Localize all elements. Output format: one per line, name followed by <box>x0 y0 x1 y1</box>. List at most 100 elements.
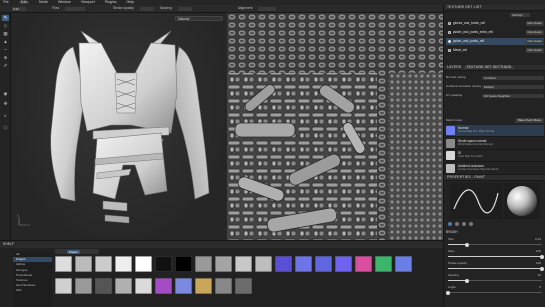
transform-icon[interactable]: ✥ <box>2 101 9 107</box>
slider-track[interactable] <box>448 278 542 283</box>
shelf-resource-thumbnail[interactable] <box>195 278 212 294</box>
menu-file[interactable]: File <box>3 0 9 5</box>
slider-value[interactable]: 100 <box>536 250 541 253</box>
slider-value[interactable]: 100 <box>536 262 541 265</box>
texture-set-radio[interactable] <box>448 49 451 52</box>
texture-set-shader-dropdown[interactable]: Mat shader <box>525 48 544 53</box>
texture-set-shader-dropdown[interactable]: Mat shader <box>525 39 544 44</box>
shelf-resource-thumbnail[interactable] <box>275 256 292 272</box>
mesh-map-type: Ambient Occlusion Map from Mesh <box>458 167 499 171</box>
polygon-fill-icon[interactable]: ⬡ <box>2 125 9 131</box>
shelf-resource-thumbnail[interactable] <box>175 278 192 294</box>
alpha-icon[interactable] <box>455 222 459 226</box>
texture-set-radio[interactable] <box>448 40 451 43</box>
shelf-resource-thumbnail[interactable] <box>75 256 92 272</box>
shelf-resource-thumbnail[interactable] <box>115 278 132 294</box>
spacing-slider[interactable] <box>177 6 192 11</box>
slider-track[interactable] <box>448 266 544 271</box>
shelf-resource-thumbnail[interactable] <box>135 278 152 294</box>
shelf-resource-thumbnail[interactable] <box>135 256 152 272</box>
shelf-resource-thumbnail[interactable] <box>375 256 392 272</box>
menu-window[interactable]: Window <box>58 0 71 5</box>
shelf-resource-thumbnail[interactable] <box>155 278 172 294</box>
slider-handle[interactable] <box>446 290 450 295</box>
shelf-resource-thumbnail[interactable] <box>295 256 312 272</box>
mesh-map-row[interactable]: Normal Normal Map from Mesh Normal <box>446 125 544 137</box>
prop-label: UV padding <box>446 92 463 97</box>
shelf-resource-thumbnail[interactable] <box>95 278 112 294</box>
shelf-resource-thumbnail[interactable] <box>235 278 252 294</box>
slider-value[interactable]: 20 <box>538 274 541 277</box>
slider-track[interactable] <box>448 254 544 259</box>
shelf-resource-thumbnail[interactable] <box>175 256 192 272</box>
shelf-resource-thumbnail[interactable] <box>95 256 112 272</box>
paint-brush-icon[interactable]: ✎ <box>2 15 9 21</box>
menu-mode[interactable]: Mode <box>39 0 48 5</box>
geometry-fill-icon[interactable]: ▲ <box>2 39 9 45</box>
tab-layers[interactable]: LAYERS <box>447 65 461 69</box>
shelf-resource-thumbnail[interactable] <box>355 256 372 272</box>
slider-handle[interactable] <box>464 278 469 283</box>
slider-track[interactable] <box>446 290 542 295</box>
mesh-map-row[interactable]: World space normal World Space Normal (No… <box>446 138 544 150</box>
prop-dropdown[interactable]: Multiply <box>482 84 544 89</box>
smudge-icon[interactable]: ~ <box>2 47 9 53</box>
slider-handle[interactable] <box>540 266 544 271</box>
slider-handle[interactable] <box>540 254 544 259</box>
shelf-resource-thumbnail[interactable] <box>155 256 172 272</box>
settings-dropdown[interactable]: Settings <box>510 13 530 17</box>
shelf-resource-thumbnail[interactable] <box>115 256 132 272</box>
viewport-2d[interactable] <box>227 13 443 240</box>
eraser-icon[interactable]: ◇ <box>2 23 9 29</box>
color-picker-icon[interactable]: ✐ <box>2 63 9 69</box>
bake-mesh-maps-button[interactable]: Bake Mesh Maps <box>514 118 544 123</box>
tab-texture-set-settings[interactable]: TEXTURE SET SETTINGS <box>464 65 514 70</box>
brush-icon[interactable] <box>448 222 452 226</box>
texture-set-shader-dropdown[interactable]: Mat shader <box>525 21 544 26</box>
viewport-3d[interactable]: y x <box>11 13 227 240</box>
shelf-category-skin[interactable]: Skin <box>13 288 52 293</box>
shelf-resource-thumbnail[interactable] <box>55 278 72 294</box>
projection-icon[interactable]: ▦ <box>2 31 9 37</box>
slider-track[interactable] <box>448 242 542 247</box>
texture-set-radio[interactable] <box>448 22 451 25</box>
shelf-resource-thumbnail[interactable] <box>75 278 92 294</box>
slider-value[interactable]: 0.22 <box>535 238 541 241</box>
size-field[interactable]: 0.22 <box>12 6 26 11</box>
shelf-resource-thumbnail[interactable] <box>55 256 72 272</box>
camera-icon[interactable]: ◉ <box>2 91 9 97</box>
shelf-filter-chip[interactable]: Project <box>67 249 80 254</box>
alignment-dropdown[interactable] <box>258 6 277 11</box>
shelf-resource-thumbnail[interactable] <box>315 256 332 272</box>
shelf-resource-thumbnail[interactable] <box>215 278 232 294</box>
flow-slider[interactable] <box>64 6 85 11</box>
shelf-resource-thumbnail[interactable] <box>335 256 352 272</box>
texture-set-row[interactable]: jacket_and_pants_mtl Mat shader <box>446 38 544 45</box>
prop-dropdown[interactable]: Combine <box>482 75 544 80</box>
viewport-material-dropdown[interactable]: Material <box>175 16 223 21</box>
slider-handle[interactable] <box>464 242 469 247</box>
shelf-resource-thumbnail[interactable] <box>395 256 412 272</box>
prop-dropdown[interactable]: 3D Space Neighbor <box>482 93 544 98</box>
shelf-resource-thumbnail[interactable] <box>235 256 252 272</box>
menu-plugins[interactable]: Plugins <box>105 0 117 5</box>
stroke-opacity-slider[interactable] <box>139 6 154 11</box>
mesh-map-row[interactable]: ID Color Map from Mesh <box>446 150 544 162</box>
clone-icon[interactable]: ⊕ <box>2 55 9 61</box>
menu-edit[interactable]: Edit <box>18 0 29 5</box>
texture-set-shader-dropdown[interactable]: Mat shader <box>525 30 544 35</box>
texture-set-row[interactable]: gloves_and_boots_mtl Mat shader <box>446 20 544 27</box>
material-icon[interactable] <box>469 222 473 226</box>
mesh-map-row[interactable]: Ambient occlusion Ambient Occlusion Map f… <box>446 163 544 175</box>
slider-value[interactable]: 0 <box>539 286 541 289</box>
texture-set-radio[interactable] <box>448 31 451 34</box>
stencil-icon[interactable] <box>462 222 466 226</box>
shelf-resource-thumbnail[interactable] <box>255 256 272 272</box>
display-settings-icon[interactable]: ◐ <box>2 113 9 119</box>
shelf-resource-thumbnail[interactable] <box>215 256 232 272</box>
shelf-resource-thumbnail[interactable] <box>195 256 212 272</box>
menu-help[interactable]: Help <box>127 0 134 5</box>
texture-set-row[interactable]: Metal_mtl Mat shader <box>446 47 544 54</box>
texture-set-row[interactable]: jacket_and_pants_extra_mtl Mat shader <box>446 29 544 36</box>
menu-viewport[interactable]: Viewport <box>81 0 95 5</box>
